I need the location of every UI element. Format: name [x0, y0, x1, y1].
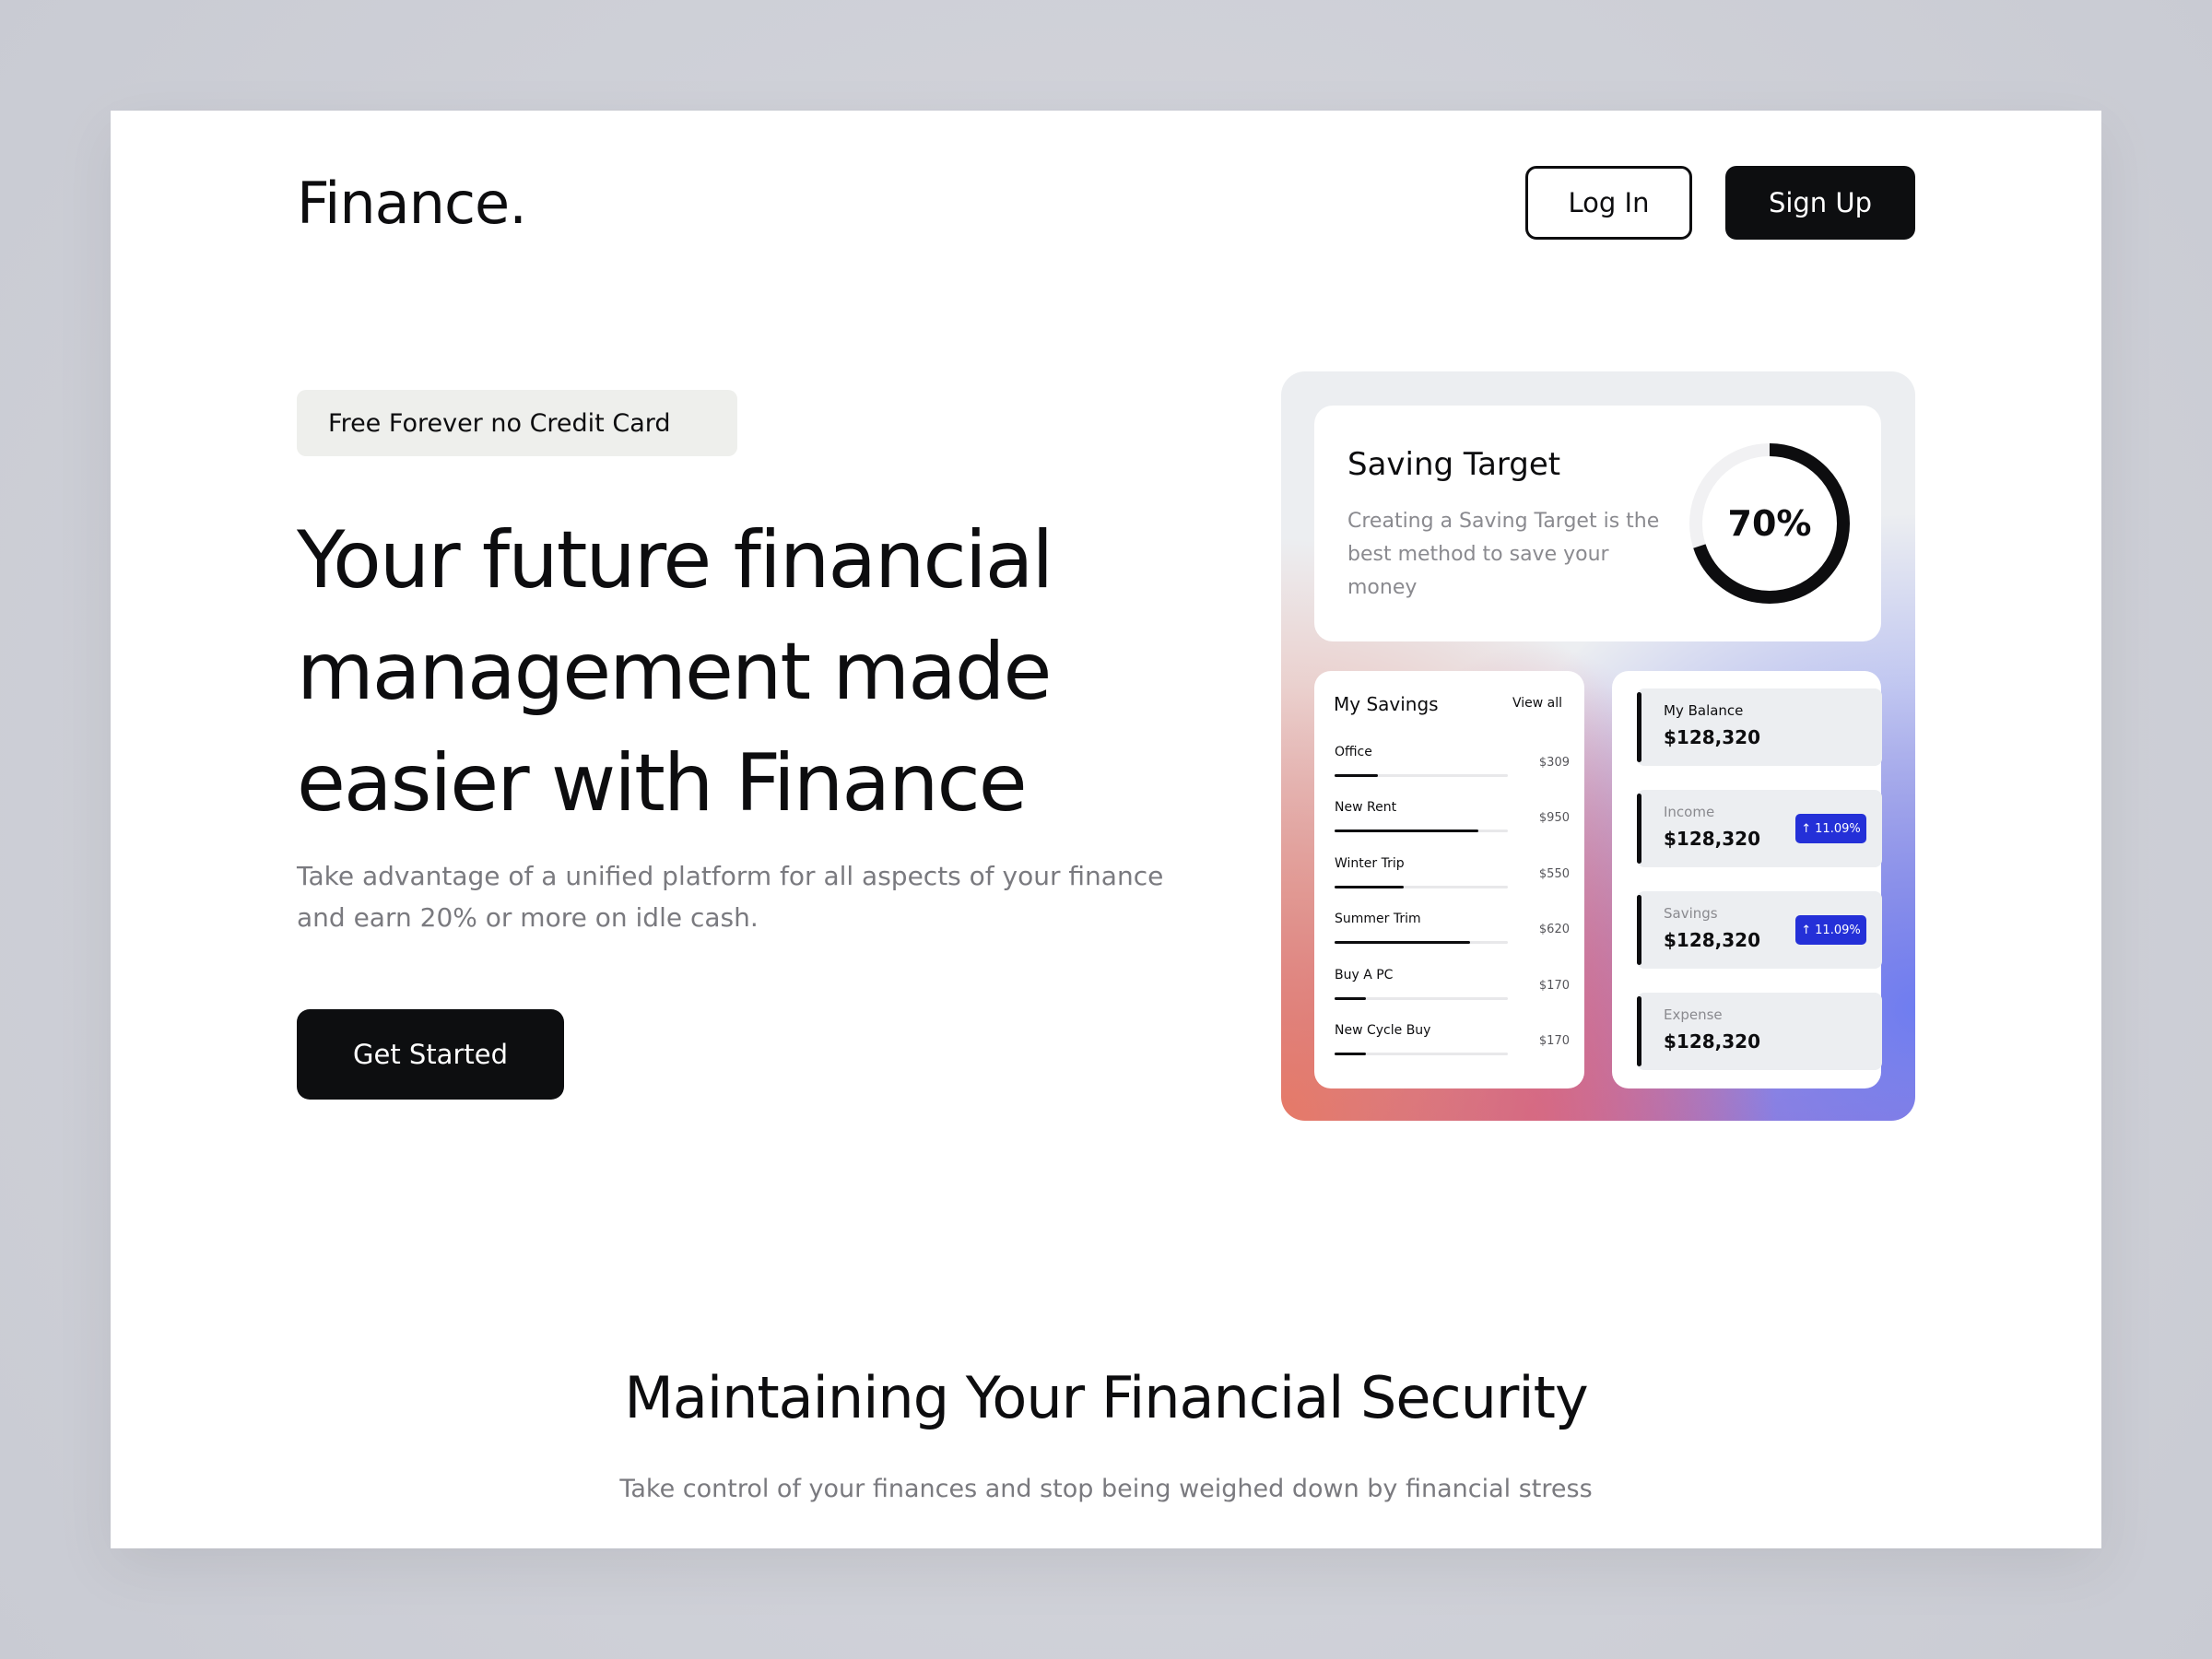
balance-item-savings[interactable]: Savings $128,320 ↑ 11.09%: [1637, 891, 1882, 969]
savings-item-amount: $309: [1538, 756, 1570, 770]
hero-subtitle: Take advantage of a unified platform for…: [297, 861, 1164, 933]
balance-value: $128,320: [1664, 828, 1761, 850]
savings-progress-fill: [1335, 886, 1405, 888]
savings-progress-fill: [1335, 941, 1470, 944]
change-value: 11.09%: [1815, 923, 1861, 937]
savings-item[interactable]: Winter Trip $550: [1335, 856, 1570, 902]
balance-label: Expense: [1664, 1006, 1723, 1023]
savings-item[interactable]: New Cycle Buy $170: [1335, 1023, 1570, 1069]
savings-progress-track: [1335, 830, 1508, 832]
savings-progress-track: [1335, 886, 1508, 888]
balance-value: $128,320: [1664, 929, 1761, 951]
savings-item-label: Summer Trim: [1335, 912, 1421, 926]
savings-item-label: Office: [1335, 745, 1372, 759]
savings-item-label: New Cycle Buy: [1335, 1023, 1431, 1038]
savings-progress-fill: [1335, 1053, 1366, 1055]
arrow-up-icon: ↑: [1801, 923, 1812, 937]
change-badge: ↑ 11.09%: [1795, 814, 1866, 843]
change-value: 11.09%: [1815, 821, 1861, 836]
savings-item[interactable]: Office $309: [1335, 745, 1570, 791]
arrow-up-icon: ↑: [1801, 821, 1812, 836]
page-frame: Finance. Log In Sign Up Free Forever no …: [111, 111, 2101, 1548]
logo[interactable]: Finance.: [297, 170, 527, 237]
balance-label: Savings: [1664, 905, 1718, 922]
savings-item-label: Winter Trip: [1335, 856, 1405, 871]
saving-target-title: Saving Target: [1347, 446, 1561, 483]
saving-target-card: Saving Target Creating a Saving Target i…: [1314, 406, 1881, 641]
dashboard-preview: Saving Target Creating a Saving Target i…: [1281, 371, 1915, 1121]
balance-item-expense[interactable]: Expense $128,320: [1637, 993, 1882, 1070]
saving-target-percent: 70%: [1727, 503, 1812, 544]
hero-title-line: Your future financial: [297, 514, 1053, 606]
balance-accent-bar: [1637, 996, 1641, 1066]
security-section-title: Maintaining Your Financial Security: [624, 1364, 1588, 1431]
balance-value: $128,320: [1664, 1030, 1761, 1053]
savings-item[interactable]: Summer Trim $620: [1335, 912, 1570, 958]
balance-accent-bar: [1637, 692, 1641, 762]
view-all-link[interactable]: View all: [1512, 696, 1562, 711]
balance-card: My Balance $128,320 Income $128,320 ↑ 11…: [1612, 671, 1882, 1088]
savings-item-label: New Rent: [1335, 800, 1397, 815]
savings-progress-track: [1335, 774, 1508, 777]
savings-item[interactable]: Buy A PC $170: [1335, 968, 1570, 1014]
my-savings-card: My Savings View all Office $309 New Rent…: [1314, 671, 1584, 1088]
hero-title-line: management made: [297, 626, 1052, 718]
balance-label: Income: [1664, 804, 1715, 820]
balance-value: $128,320: [1664, 726, 1761, 748]
savings-progress-fill: [1335, 830, 1479, 832]
balance-item-income[interactable]: Income $128,320 ↑ 11.09%: [1637, 790, 1882, 867]
savings-item-label: Buy A PC: [1335, 968, 1394, 982]
free-badge: Free Forever no Credit Card: [297, 390, 737, 456]
hero-title-line: easier with Finance: [297, 737, 1028, 830]
my-savings-title: My Savings: [1334, 693, 1439, 715]
savings-progress-track: [1335, 997, 1508, 1000]
balance-accent-bar: [1637, 794, 1641, 864]
savings-progress-track: [1335, 941, 1508, 944]
savings-item-amount: $950: [1538, 811, 1570, 825]
hero-title: Your future financial management made ea…: [297, 505, 1218, 840]
signup-button[interactable]: Sign Up: [1725, 166, 1915, 240]
savings-item-amount: $550: [1538, 867, 1570, 881]
savings-progress-fill: [1335, 774, 1378, 777]
login-button[interactable]: Log In: [1525, 166, 1692, 240]
savings-item-amount: $170: [1538, 979, 1570, 993]
security-section-subtitle: Take control of your finances and stop b…: [619, 1475, 1593, 1503]
get-started-button[interactable]: Get Started: [297, 1009, 564, 1100]
savings-item-amount: $620: [1538, 923, 1570, 936]
savings-progress-track: [1335, 1053, 1508, 1055]
savings-progress-fill: [1335, 997, 1366, 1000]
balance-label: My Balance: [1664, 702, 1744, 719]
balance-accent-bar: [1637, 895, 1641, 965]
balance-item-my-balance[interactable]: My Balance $128,320: [1637, 688, 1882, 766]
saving-target-description: Creating a Saving Target is the best met…: [1347, 510, 1660, 599]
change-badge: ↑ 11.09%: [1795, 915, 1866, 945]
savings-item[interactable]: New Rent $950: [1335, 800, 1570, 846]
savings-item-amount: $170: [1538, 1034, 1570, 1048]
